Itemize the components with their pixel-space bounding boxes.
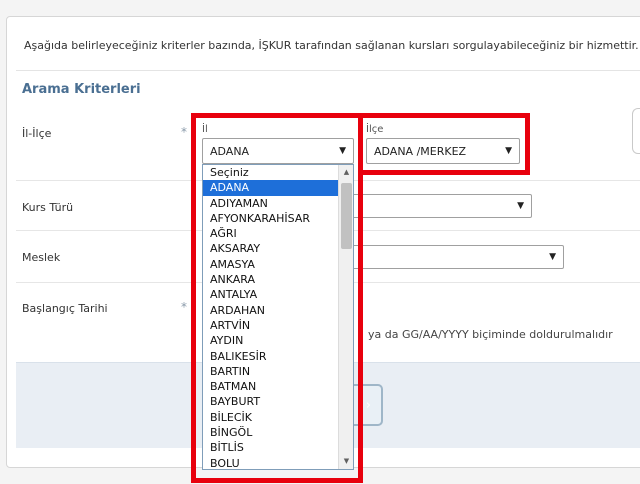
meslek-label: Meslek — [22, 251, 61, 264]
intro-text: Aşağıda belirleyeceğiniz kriterler bazın… — [24, 39, 639, 52]
kurs-turu-select[interactable]: ▼ — [340, 194, 532, 218]
il-ilce-label: İl-İlçe — [22, 127, 52, 140]
dropdown-arrow-icon: ▼ — [517, 201, 524, 211]
meslek-select[interactable]: ▼ — [340, 245, 564, 269]
side-tab[interactable] — [632, 108, 640, 154]
kurs-turu-label: Kurs Türü — [22, 201, 74, 214]
section-title: Arama Kriterleri — [22, 82, 141, 97]
date-format-hint: ya da GG/AA/YYYY biçiminde doldurulmalıd… — [368, 328, 613, 341]
required-star: * — [181, 300, 187, 314]
dropdown-arrow-icon: ▼ — [549, 252, 556, 262]
il-highlight-frame — [191, 113, 363, 483]
chevron-right-icon: › — [365, 398, 371, 413]
divider — [16, 70, 640, 71]
required-star: * — [181, 125, 187, 139]
baslangic-tarihi-label: Başlangıç Tarihi — [22, 302, 108, 315]
ilce-highlight-frame — [358, 113, 530, 175]
